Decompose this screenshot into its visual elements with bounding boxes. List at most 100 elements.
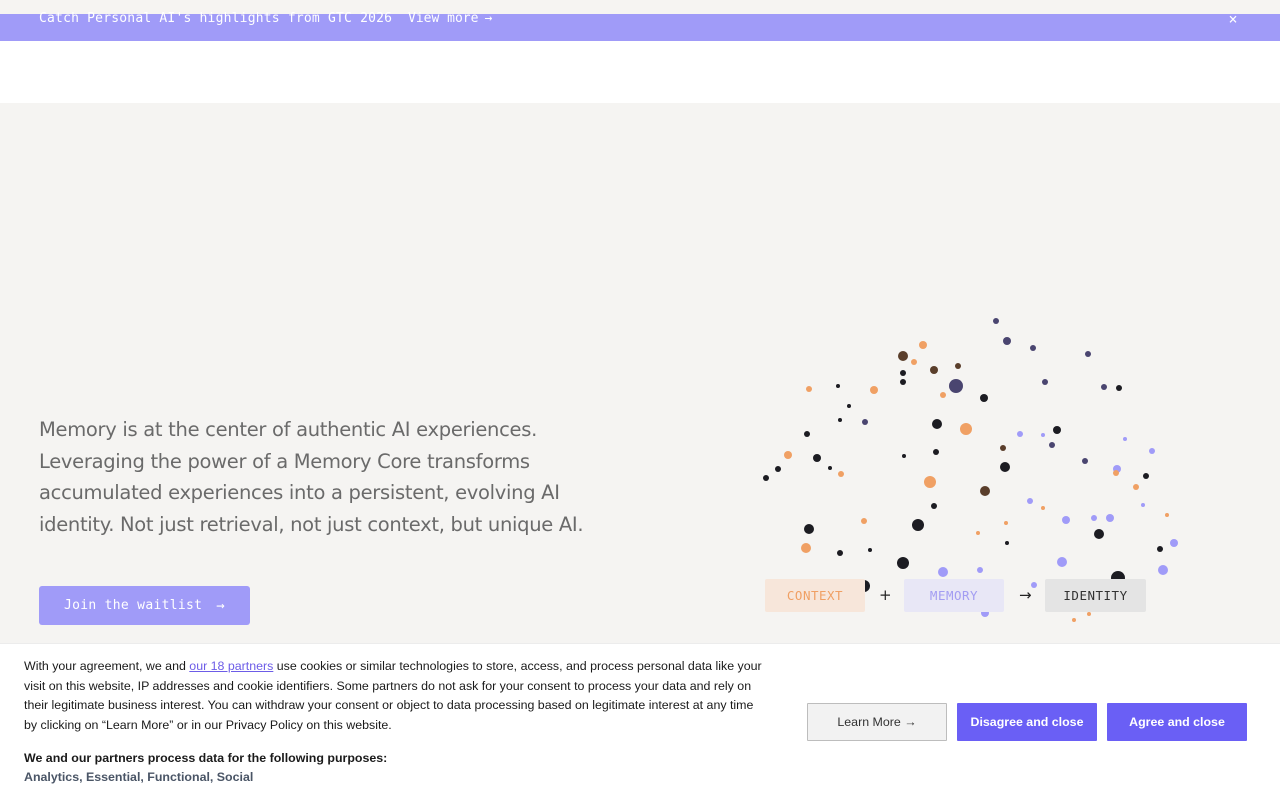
illustration-dot: [838, 471, 844, 477]
illustration-dot: [955, 363, 961, 369]
consent-text: With your agreement, we and our 18 partn…: [24, 657, 764, 735]
illustration-dot: [1085, 351, 1091, 357]
illustration-dot: [1165, 513, 1169, 517]
illustration-dot: [924, 476, 936, 488]
disagree-close-button[interactable]: Disagree and close: [957, 703, 1097, 741]
illustration-dot: [868, 548, 872, 552]
illustration-dot: [1041, 433, 1045, 437]
illustration-dot: [1133, 484, 1139, 490]
hero-section: Memory is at the center of authentic AI …: [0, 103, 1280, 643]
banner-view-more-link[interactable]: View more →: [408, 12, 492, 26]
plus-icon: +: [879, 586, 892, 604]
illustration-dot: [960, 423, 972, 435]
illustration-dot: [804, 524, 814, 534]
illustration-dot: [870, 386, 878, 394]
illustration-dot: [919, 341, 927, 349]
illustration-dot: [1170, 539, 1178, 547]
illustration-dot: [1101, 384, 1107, 390]
illustration-dot: [1004, 521, 1008, 525]
illustration-dot: [836, 384, 840, 388]
consent-text-start: With your agreement, we and: [24, 659, 190, 673]
illustration-dot: [912, 519, 924, 531]
illustration-dot: [900, 370, 906, 376]
illustration-dot: [1149, 448, 1155, 454]
illustration-dot: [1031, 582, 1037, 588]
cookie-consent-banner: With your agreement, we and our 18 partn…: [0, 643, 1280, 800]
illustration-dot: [1113, 470, 1119, 476]
illustration-dot: [1041, 506, 1045, 510]
illustration-dot: [1072, 618, 1076, 622]
illustration-dot: [775, 466, 781, 472]
illustration-dot: [902, 454, 906, 458]
context-pill: CONTEXT: [765, 579, 865, 612]
arrow-right-icon: →: [484, 11, 493, 26]
illustration-dot: [1087, 612, 1091, 616]
illustration-dot: [784, 451, 792, 459]
banner-link-label: View more: [408, 11, 479, 26]
illustration-dot: [897, 557, 909, 569]
illustration-dot: [1106, 514, 1114, 522]
announcement-banner: Catch Personal AI's highlights from GTC …: [0, 11, 1280, 41]
illustration-dot: [804, 431, 810, 437]
illustration-dot: [828, 466, 832, 470]
illustration-dot: [1141, 503, 1145, 507]
illustration-dot: [1030, 345, 1036, 351]
illustration-dot: [940, 392, 946, 398]
illustration-dot: [977, 567, 983, 573]
illustration-dot: [1062, 516, 1070, 524]
illustration-dot: [1082, 458, 1088, 464]
illustration-dot: [1005, 541, 1009, 545]
identity-pill: IDENTITY: [1045, 579, 1146, 612]
join-waitlist-label: Join the waitlist: [64, 598, 203, 613]
illustration-dot: [1157, 546, 1163, 552]
illustration-dot: [1116, 385, 1122, 391]
illustration-dot: [1027, 498, 1033, 504]
illustration-dot: [1091, 515, 1097, 521]
illustration-dot: [1158, 565, 1168, 575]
illustration-dot: [993, 318, 999, 324]
illustration-dot: [1057, 557, 1067, 567]
memory-pill: MEMORY: [904, 579, 1004, 612]
illustration-dot: [763, 475, 769, 481]
learn-more-button[interactable]: Learn More →: [807, 703, 947, 741]
illustration-dot: [1000, 445, 1006, 451]
illustration-dot: [938, 567, 948, 577]
agree-close-button[interactable]: Agree and close: [1107, 703, 1247, 741]
illustration-dot: [1123, 437, 1127, 441]
illustration-dot: [911, 359, 917, 365]
illustration-dot: [862, 419, 868, 425]
illustration-dot: [1017, 431, 1023, 437]
illustration-dot: [847, 404, 851, 408]
illustration-dot: [976, 531, 980, 535]
illustration-dot: [1000, 462, 1010, 472]
illustration-dot: [980, 394, 988, 402]
purposes-list: Analytics, Essential, Functional, Social: [24, 770, 254, 784]
illustration-dot: [900, 379, 906, 385]
join-waitlist-button[interactable]: Join the waitlist →: [39, 586, 250, 625]
illustration-dot: [932, 419, 942, 429]
illustration-dot: [1053, 426, 1061, 434]
arrow-right-icon: →: [216, 597, 225, 614]
illustration-dot: [837, 550, 843, 556]
illustration-dot: [1049, 442, 1055, 448]
illustration-dot: [813, 454, 821, 462]
illustration-dot: [931, 503, 937, 509]
illustration-dot: [1003, 337, 1011, 345]
illustration-dot: [949, 379, 963, 393]
close-icon[interactable]: ×: [1226, 12, 1240, 27]
illustration-dot: [861, 518, 867, 524]
partners-link[interactable]: our 18 partners: [189, 659, 273, 673]
illustration-dot: [801, 543, 811, 553]
illustration-dot: [806, 386, 812, 392]
banner-text: Catch Personal AI's highlights from GTC …: [39, 11, 393, 26]
illustration-dot: [838, 418, 842, 422]
purposes-title: We and our partners process data for the…: [24, 751, 388, 765]
illustration-dot: [933, 449, 939, 455]
illustration-dot: [1143, 473, 1149, 479]
illustration-dot: [980, 486, 990, 496]
hero-description: Memory is at the center of authentic AI …: [39, 418, 584, 536]
arrow-right-icon: →: [1019, 586, 1032, 604]
illustration-dot: [930, 366, 938, 374]
illustration-dot: [1094, 529, 1104, 539]
header-space: [0, 41, 1280, 103]
